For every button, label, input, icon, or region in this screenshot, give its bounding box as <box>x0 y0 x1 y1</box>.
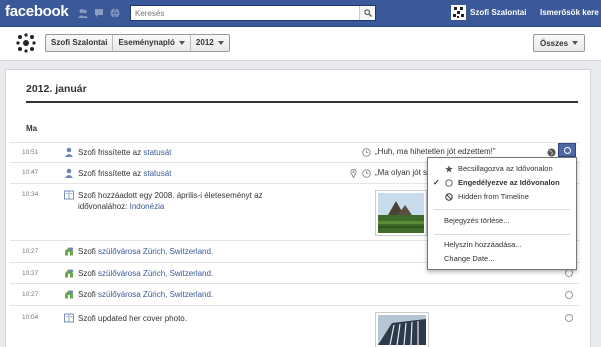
timestamp: 10:47 <box>22 169 39 176</box>
search-button[interactable] <box>359 6 375 20</box>
timestamp: 10:27 <box>22 248 39 255</box>
activity-text: Szofi szülővárosa Zürich, Switzerland. <box>78 290 214 299</box>
notifications-icon[interactable] <box>110 8 120 18</box>
user-name-link[interactable]: Szofi Szalontai <box>470 8 526 17</box>
visibility-toggle[interactable] <box>565 314 573 322</box>
no-entry-icon <box>445 193 453 201</box>
search-input[interactable] <box>131 6 351 20</box>
month-heading: 2012. január <box>26 83 87 95</box>
visibility-toggle[interactable] <box>565 269 573 277</box>
timestamp: 10:34 <box>22 191 39 198</box>
timeline-visibility-menu: Becsillagozva az Idővonalon ✓ Engedélyez… <box>427 157 577 270</box>
friend-requests-icon[interactable] <box>78 8 88 18</box>
search-box <box>130 5 376 21</box>
home-icon <box>65 290 74 299</box>
person-icon <box>65 147 73 157</box>
menu-item-allowed[interactable]: ✓ Engedélyezve az Idővonalon <box>428 176 576 190</box>
status-link[interactable]: statusát <box>143 148 171 157</box>
photo-thumbnail[interactable] <box>375 190 427 236</box>
hometown-link[interactable]: szülővárosa Zürich, Switzerland. <box>98 290 213 299</box>
menu-item-change-date[interactable]: Change Date... <box>428 252 576 266</box>
hometown-link[interactable]: szülővárosa Zürich, Switzerland. <box>98 247 213 256</box>
life-event-link[interactable]: Indonézia <box>130 202 165 211</box>
book-icon <box>64 313 74 323</box>
menu-item-hidden[interactable]: Hidden from Timeline <box>428 190 576 204</box>
chevron-down-icon <box>572 41 579 45</box>
breadcrumb: Szofi Szalontai Eseménynapló 2012 <box>45 34 230 52</box>
circle-icon <box>563 146 571 154</box>
home-icon <box>65 269 74 278</box>
status-preview: „Ma olyan jót s <box>375 168 427 177</box>
activity-log-header: Szofi Szalontai Eseménynapló 2012 Összes <box>0 27 601 61</box>
activity-text: Szofi updated her cover photo. <box>78 314 187 323</box>
profile-avatar[interactable] <box>15 32 37 54</box>
book-icon <box>64 190 74 200</box>
status-link[interactable]: statusát <box>143 169 171 178</box>
day-heading: Ma <box>26 124 38 133</box>
divider <box>26 101 578 103</box>
menu-item-starred[interactable]: Becsillagozva az Idővonalon <box>428 162 576 176</box>
star-icon <box>445 165 453 173</box>
status-preview: „Huh, ma hihetetlen jót edzettem!” <box>375 147 496 156</box>
timestamp: 10:04 <box>22 314 39 321</box>
clock-icon <box>362 148 371 157</box>
location-pin-icon <box>350 169 357 178</box>
home-icon <box>65 247 74 256</box>
find-friends-link[interactable]: Ismerősök kere <box>540 8 599 17</box>
person-icon <box>65 168 73 178</box>
top-bar: facebook Szofi Szalontai Ismerősök kere <box>0 0 601 27</box>
activity-text: Szofi hozzáadott egy 2008. április-i éle… <box>78 191 263 211</box>
cover-photo-thumbnail[interactable] <box>375 312 429 347</box>
landscape-photo <box>378 193 424 233</box>
menu-divider <box>434 234 570 235</box>
timeline-visibility-button[interactable] <box>558 143 576 157</box>
activity-text: Szofi frissítette az statusát <box>78 148 172 157</box>
filter-all-button[interactable]: Összes <box>533 34 586 52</box>
timestamp: 10:51 <box>22 149 39 156</box>
activity-row: 10:27 Szofi szülővárosa Zürich, Switzerl… <box>10 283 580 305</box>
facebook-logo[interactable]: facebook <box>5 3 69 20</box>
breadcrumb-profile[interactable]: Szofi Szalontai <box>46 35 114 51</box>
timestamp: 10:27 <box>22 270 39 277</box>
circle-icon <box>445 179 453 187</box>
timestamp: 10:27 <box>22 291 39 298</box>
globe-icon[interactable] <box>547 148 556 157</box>
visibility-toggle[interactable] <box>565 291 573 299</box>
menu-item-add-location[interactable]: Helyszín hozzáadása... <box>428 238 576 252</box>
chevron-down-icon <box>217 41 224 45</box>
activity-text: Szofi frissítette az statusát <box>78 169 172 178</box>
breadcrumb-activity-log[interactable]: Eseménynapló <box>113 35 191 51</box>
cover-photo <box>378 315 426 346</box>
search-icon <box>363 9 372 17</box>
menu-item-delete-post[interactable]: Bejegyzés törlése... <box>428 214 576 228</box>
user-avatar[interactable] <box>451 5 466 20</box>
checkmark-icon: ✓ <box>433 178 440 187</box>
chevron-down-icon <box>178 41 185 45</box>
clock-icon <box>362 169 371 178</box>
activity-text: Szofi szülővárosa Zürich, Switzerland. <box>78 247 214 256</box>
breadcrumb-year[interactable]: 2012 <box>191 35 229 51</box>
messages-icon[interactable] <box>94 8 104 18</box>
hometown-link[interactable]: szülővárosa Zürich, Switzerland. <box>98 269 213 278</box>
activity-row: 10:04 Szofi updated her cover photo. <box>10 305 580 347</box>
menu-divider <box>434 209 570 210</box>
activity-text: Szofi szülővárosa Zürich, Switzerland. <box>78 269 214 278</box>
